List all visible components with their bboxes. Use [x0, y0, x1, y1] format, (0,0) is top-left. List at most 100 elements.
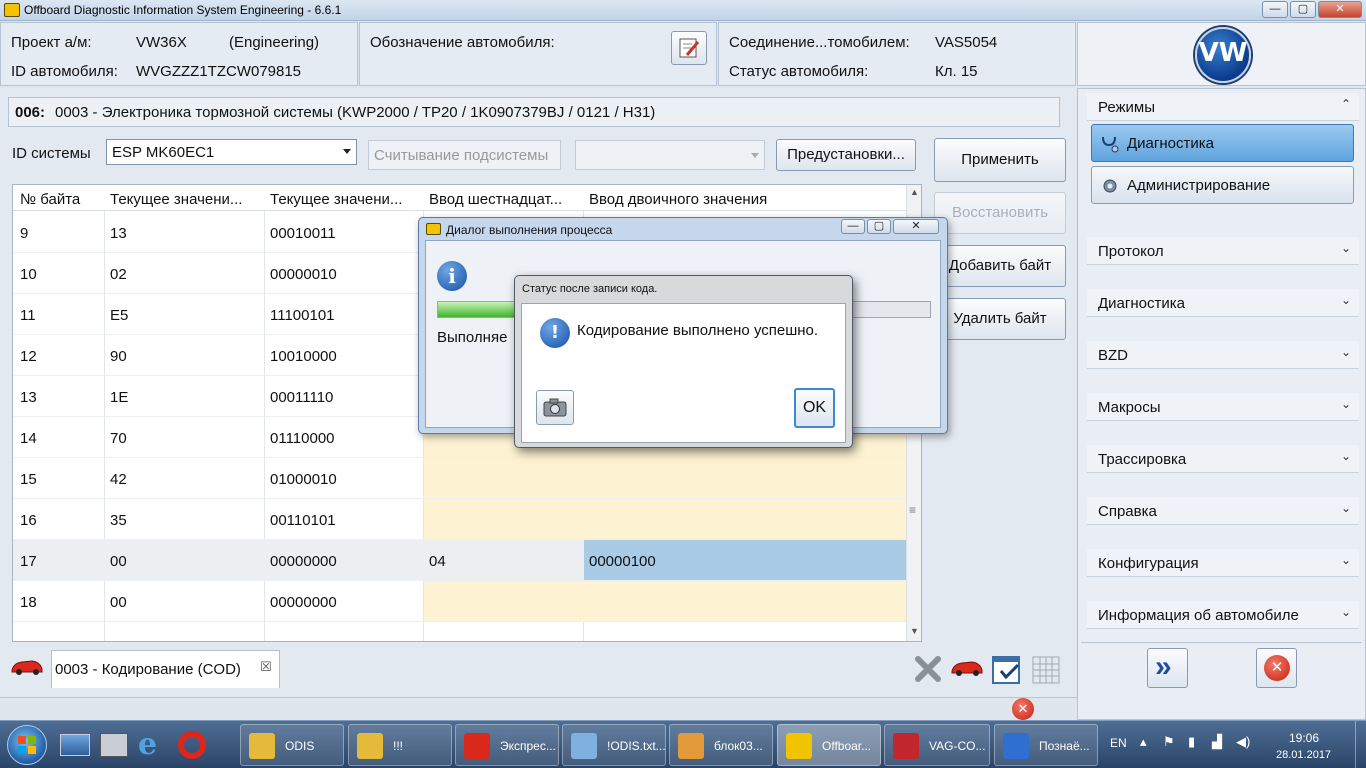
maximize-button[interactable]: ▢: [867, 219, 891, 234]
table-cell-byte: 9: [20, 225, 29, 242]
table-cell-byte: 12: [20, 348, 37, 365]
volume-icon[interactable]: ◀): [1236, 734, 1250, 750]
opera-icon[interactable]: [178, 731, 206, 759]
system-id-value: ESP MK60EC1: [112, 144, 215, 161]
table-cell-bin: 11100101: [270, 307, 335, 324]
taskbar-item[interactable]: Познаё...: [994, 724, 1098, 766]
minimize-button[interactable]: —: [1262, 1, 1288, 18]
taskbar-item[interactable]: блок03...: [669, 724, 773, 766]
column-header[interactable]: Текущее значени...: [110, 191, 242, 208]
screenshot-button[interactable]: [536, 390, 574, 425]
sidebar-section-modes[interactable]: Режимы ⌃: [1087, 93, 1359, 121]
taskbar-item[interactable]: !!!: [348, 724, 452, 766]
checklist-icon[interactable]: [991, 654, 1023, 686]
close-dialog-button[interactable]: ✕: [893, 219, 939, 234]
show-desktop-icon[interactable]: [60, 734, 90, 756]
language-indicator[interactable]: EN: [1110, 736, 1127, 750]
table-cell-hex: 90: [110, 348, 127, 365]
sidebar-section[interactable]: Конфигурация ⌄: [1087, 549, 1359, 577]
sidebar-section[interactable]: BZD ⌄: [1087, 341, 1359, 369]
taskbar-item[interactable]: !ODIS.txt...: [562, 724, 666, 766]
mode-admin-button[interactable]: Администрирование: [1091, 166, 1354, 204]
table-cell-byte: 11: [20, 307, 36, 324]
taskbar-app-icon: [464, 733, 490, 759]
sidebar-section[interactable]: Справка ⌄: [1087, 497, 1359, 525]
battery-icon[interactable]: ▮: [1188, 734, 1195, 750]
sidebar-section-label: Трассировка: [1098, 451, 1187, 468]
apply-button[interactable]: Применить: [934, 138, 1066, 182]
project-label: Проект а/м:: [11, 34, 92, 51]
tab-coding[interactable]: 0003 - Кодирование (COD) ☒: [51, 650, 280, 688]
maximize-button[interactable]: ▢: [1290, 1, 1316, 18]
subsystem-select[interactable]: [575, 140, 765, 170]
sidebar-section[interactable]: Протокол ⌄: [1087, 237, 1359, 265]
ecu-number: 006:: [15, 104, 46, 121]
edit-designation-button[interactable]: [671, 31, 707, 65]
close-window-button[interactable]: ✕: [1318, 1, 1362, 18]
show-desktop-button[interactable]: [1355, 721, 1366, 768]
table-cell-in-bin[interactable]: 00000100: [589, 553, 656, 570]
ecu-bar: 006: 0003 - Электроника тормозной систем…: [8, 97, 1060, 127]
column-header[interactable]: № байта: [20, 191, 80, 208]
flag-icon[interactable]: ⚑: [1163, 734, 1175, 750]
add-byte-button[interactable]: Добавить байт: [934, 245, 1066, 287]
column-header[interactable]: Ввод шестнадцат...: [429, 191, 562, 208]
internet-explorer-icon[interactable]: e: [138, 729, 157, 761]
grid-icon[interactable]: [1031, 655, 1061, 685]
table-cell-in-hex[interactable]: 04: [429, 553, 446, 570]
restore-button[interactable]: Восстановить: [934, 192, 1066, 234]
vehicle-status-label: Статус автомобиля:: [729, 63, 869, 80]
clock-time[interactable]: 19:06: [1289, 731, 1319, 745]
chevron-down-icon: ⌄: [1340, 449, 1351, 463]
gear-icon: [1103, 179, 1117, 193]
table-cell-bin: 01110000: [270, 430, 335, 447]
table-row[interactable]: [13, 622, 906, 641]
clock-date[interactable]: 28.01.2017: [1276, 749, 1331, 761]
task-manager-icon[interactable]: [100, 733, 128, 757]
exclamation-icon: !: [540, 318, 570, 348]
odis-app-icon: [426, 223, 441, 235]
scroll-grip-icon[interactable]: ≡: [909, 503, 921, 517]
car-icon[interactable]: [10, 655, 44, 677]
sidebar-section[interactable]: Трассировка ⌄: [1087, 445, 1359, 473]
sidebar-section-label: Конфигурация: [1098, 555, 1199, 572]
taskbar-item[interactable]: Экспрес...: [455, 724, 559, 766]
start-button[interactable]: [7, 725, 47, 765]
scroll-up-icon[interactable]: ▲: [910, 187, 919, 197]
sidebar-section[interactable]: Информация об автомобиле ⌄: [1087, 601, 1359, 629]
taskbar-item[interactable]: VAG-CO...: [884, 724, 990, 766]
connection-value: VAS5054: [935, 34, 998, 51]
sidebar-section[interactable]: Диагностика ⌄: [1087, 289, 1359, 317]
taskbar-app-icon: [786, 733, 812, 759]
mode-diagnostics-button[interactable]: Диагностика: [1091, 124, 1354, 162]
tray-chevron-icon[interactable]: ▴: [1140, 734, 1147, 750]
mode-diagnostics-label: Диагностика: [1127, 135, 1214, 152]
read-subsystem-button[interactable]: Считывание подсистемы: [368, 140, 561, 170]
car-icon[interactable]: [950, 656, 984, 678]
taskbar-item-label: Экспрес...: [500, 739, 556, 753]
chevron-down-icon: ⌄: [1340, 605, 1351, 619]
taskbar-item[interactable]: Offboar...: [777, 724, 881, 766]
presets-button[interactable]: Предустановки...: [776, 139, 916, 171]
table-cell-byte: 15: [20, 471, 37, 488]
table-row[interactable]: 17 00 00000000 04 00000100: [13, 540, 906, 581]
table-row[interactable]: 15 42 01000010: [13, 458, 906, 499]
taskbar-item[interactable]: ODIS: [240, 724, 344, 766]
table-row[interactable]: 16 35 00110101: [13, 499, 906, 540]
ok-button[interactable]: OK: [794, 388, 835, 428]
column-header[interactable]: Текущее значени...: [270, 191, 402, 208]
forward-button[interactable]: »: [1147, 648, 1188, 688]
exit-button[interactable]: ✕: [1256, 648, 1297, 688]
scroll-down-icon[interactable]: ▼: [910, 626, 919, 636]
table-row[interactable]: 18 00 00000000: [13, 581, 906, 622]
minimize-button[interactable]: —: [841, 219, 865, 234]
delete-byte-button[interactable]: Удалить байт: [934, 298, 1066, 340]
column-header[interactable]: Ввод двоичного значения: [589, 191, 767, 208]
network-icon[interactable]: ▟: [1212, 734, 1222, 750]
system-id-select[interactable]: ESP MK60EC1: [106, 139, 357, 165]
error-icon[interactable]: ✕: [1012, 698, 1034, 720]
sidebar-section[interactable]: Макросы ⌄: [1087, 393, 1359, 421]
tab-close-icon[interactable]: ☒: [260, 659, 272, 675]
cancel-x-icon[interactable]: [913, 654, 943, 684]
taskbar-item-label: !ODIS.txt...: [607, 739, 666, 753]
